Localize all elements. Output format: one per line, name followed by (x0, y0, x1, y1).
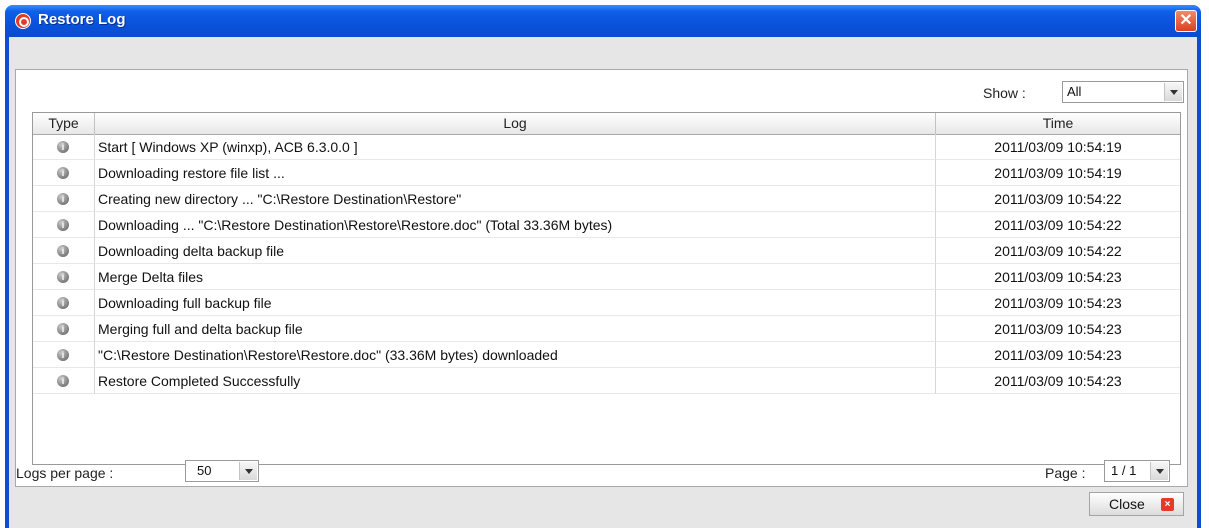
column-header-time[interactable]: Time (936, 113, 1180, 134)
window-title: Restore Log (38, 11, 126, 28)
row-type-cell: i (33, 342, 95, 368)
row-log-cell: Downloading ... "C:\Restore Destination\… (95, 212, 936, 238)
row-log-cell: Restore Completed Successfully (95, 368, 936, 394)
row-type-cell: i (33, 316, 95, 342)
close-icon: × (1161, 498, 1174, 511)
title-bar[interactable]: Restore Log ✕ (5, 5, 1201, 37)
logs-per-page-label: Logs per page : (16, 465, 114, 481)
info-icon: i (57, 219, 69, 231)
chevron-down-icon[interactable] (1164, 83, 1182, 101)
info-icon: i (57, 167, 69, 179)
row-time-cell: 2011/03/09 10:54:23 (936, 342, 1180, 368)
show-filter-select[interactable]: All (1062, 81, 1184, 103)
row-log-cell: Downloading restore file list ... (95, 160, 936, 186)
app-logo-icon (15, 13, 31, 29)
log-table: Type Log Time i Start [ Windows XP (winxp… (32, 112, 1181, 465)
row-time-cell: 2011/03/09 10:54:23 (936, 316, 1180, 342)
table-row[interactable]: i Downloading delta backup file 2011/03/09… (33, 238, 1180, 264)
row-type-cell: i (33, 290, 95, 316)
info-icon: i (57, 271, 69, 283)
table-row[interactable]: i Merging full and delta backup file 2011/… (33, 316, 1180, 342)
page-label: Page : (1045, 465, 1086, 481)
table-row[interactable]: i Creating new directory ... "C:\Restore … (33, 186, 1180, 212)
row-time-cell: 2011/03/09 10:54:23 (936, 290, 1180, 316)
table-row[interactable]: i Start [ Windows XP (winxp), ACB 6.3.0.0… (33, 134, 1180, 160)
row-log-cell: Creating new directory ... "C:\Restore D… (95, 186, 936, 212)
table-row[interactable]: i "C:\Restore Destination\Restore\Restore… (33, 342, 1180, 368)
row-log-cell: Start [ Windows XP (winxp), ACB 6.3.0.0 … (95, 134, 936, 160)
row-type-cell: i (33, 160, 95, 186)
row-type-cell: i (33, 368, 95, 394)
row-time-cell: 2011/03/09 10:54:23 (936, 264, 1180, 290)
show-filter-label: Show : (983, 85, 1026, 101)
table-row[interactable]: i Restore Completed Successfully 2011/03/0… (33, 368, 1180, 394)
info-icon: i (57, 297, 69, 309)
close-button-label: Close (1109, 496, 1145, 512)
row-log-cell: Downloading full backup file (95, 290, 936, 316)
row-type-cell: i (33, 134, 95, 160)
logs-per-page-value: 50 (197, 463, 212, 478)
row-type-cell: i (33, 238, 95, 264)
table-header: Type Log Time (33, 113, 1180, 135)
column-header-log[interactable]: Log (95, 113, 936, 134)
window-close-button[interactable]: ✕ (1175, 10, 1197, 32)
table-row[interactable]: i Downloading full backup file 2011/03/09 … (33, 290, 1180, 316)
row-time-cell: 2011/03/09 10:54:23 (936, 368, 1180, 394)
row-type-cell: i (33, 264, 95, 290)
row-time-cell: 2011/03/09 10:54:22 (936, 212, 1180, 238)
table-row[interactable]: i Downloading ... "C:\Restore Destination… (33, 212, 1180, 238)
row-time-cell: 2011/03/09 10:54:19 (936, 160, 1180, 186)
row-log-cell: Merge Delta files (95, 264, 936, 290)
info-icon: i (57, 349, 69, 361)
restore-log-window: Restore Log ✕ Show : All Type Log Time i… (5, 5, 1201, 528)
row-log-cell: Merging full and delta backup file (95, 316, 936, 342)
page-value: 1 / 1 (1111, 463, 1137, 478)
row-time-cell: 2011/03/09 10:54:22 (936, 238, 1180, 264)
logs-per-page-select[interactable]: 50 (185, 460, 259, 482)
page-select[interactable]: 1 / 1 (1104, 460, 1170, 482)
info-icon: i (57, 245, 69, 257)
row-log-cell: Downloading delta backup file (95, 238, 936, 264)
table-row[interactable]: i Downloading restore file list ... 2011/0… (33, 160, 1180, 186)
info-icon: i (57, 323, 69, 335)
info-icon: i (57, 141, 69, 153)
table-row[interactable]: i Merge Delta files 2011/03/09 10:54:23 (33, 264, 1180, 290)
info-icon: i (57, 193, 69, 205)
show-filter-value: All (1067, 84, 1082, 99)
dialog-body: Show : All Type Log Time i Start [ Window… (9, 37, 1197, 528)
column-header-type[interactable]: Type (33, 113, 95, 134)
close-button[interactable]: Close × (1089, 492, 1184, 516)
row-type-cell: i (33, 212, 95, 238)
info-icon: i (57, 375, 69, 387)
row-type-cell: i (33, 186, 95, 212)
chevron-down-icon[interactable] (1150, 462, 1168, 480)
chevron-down-icon[interactable] (239, 462, 257, 480)
row-time-cell: 2011/03/09 10:54:19 (936, 134, 1180, 160)
row-log-cell: "C:\Restore Destination\Restore\Restore.… (95, 342, 936, 368)
row-time-cell: 2011/03/09 10:54:22 (936, 186, 1180, 212)
